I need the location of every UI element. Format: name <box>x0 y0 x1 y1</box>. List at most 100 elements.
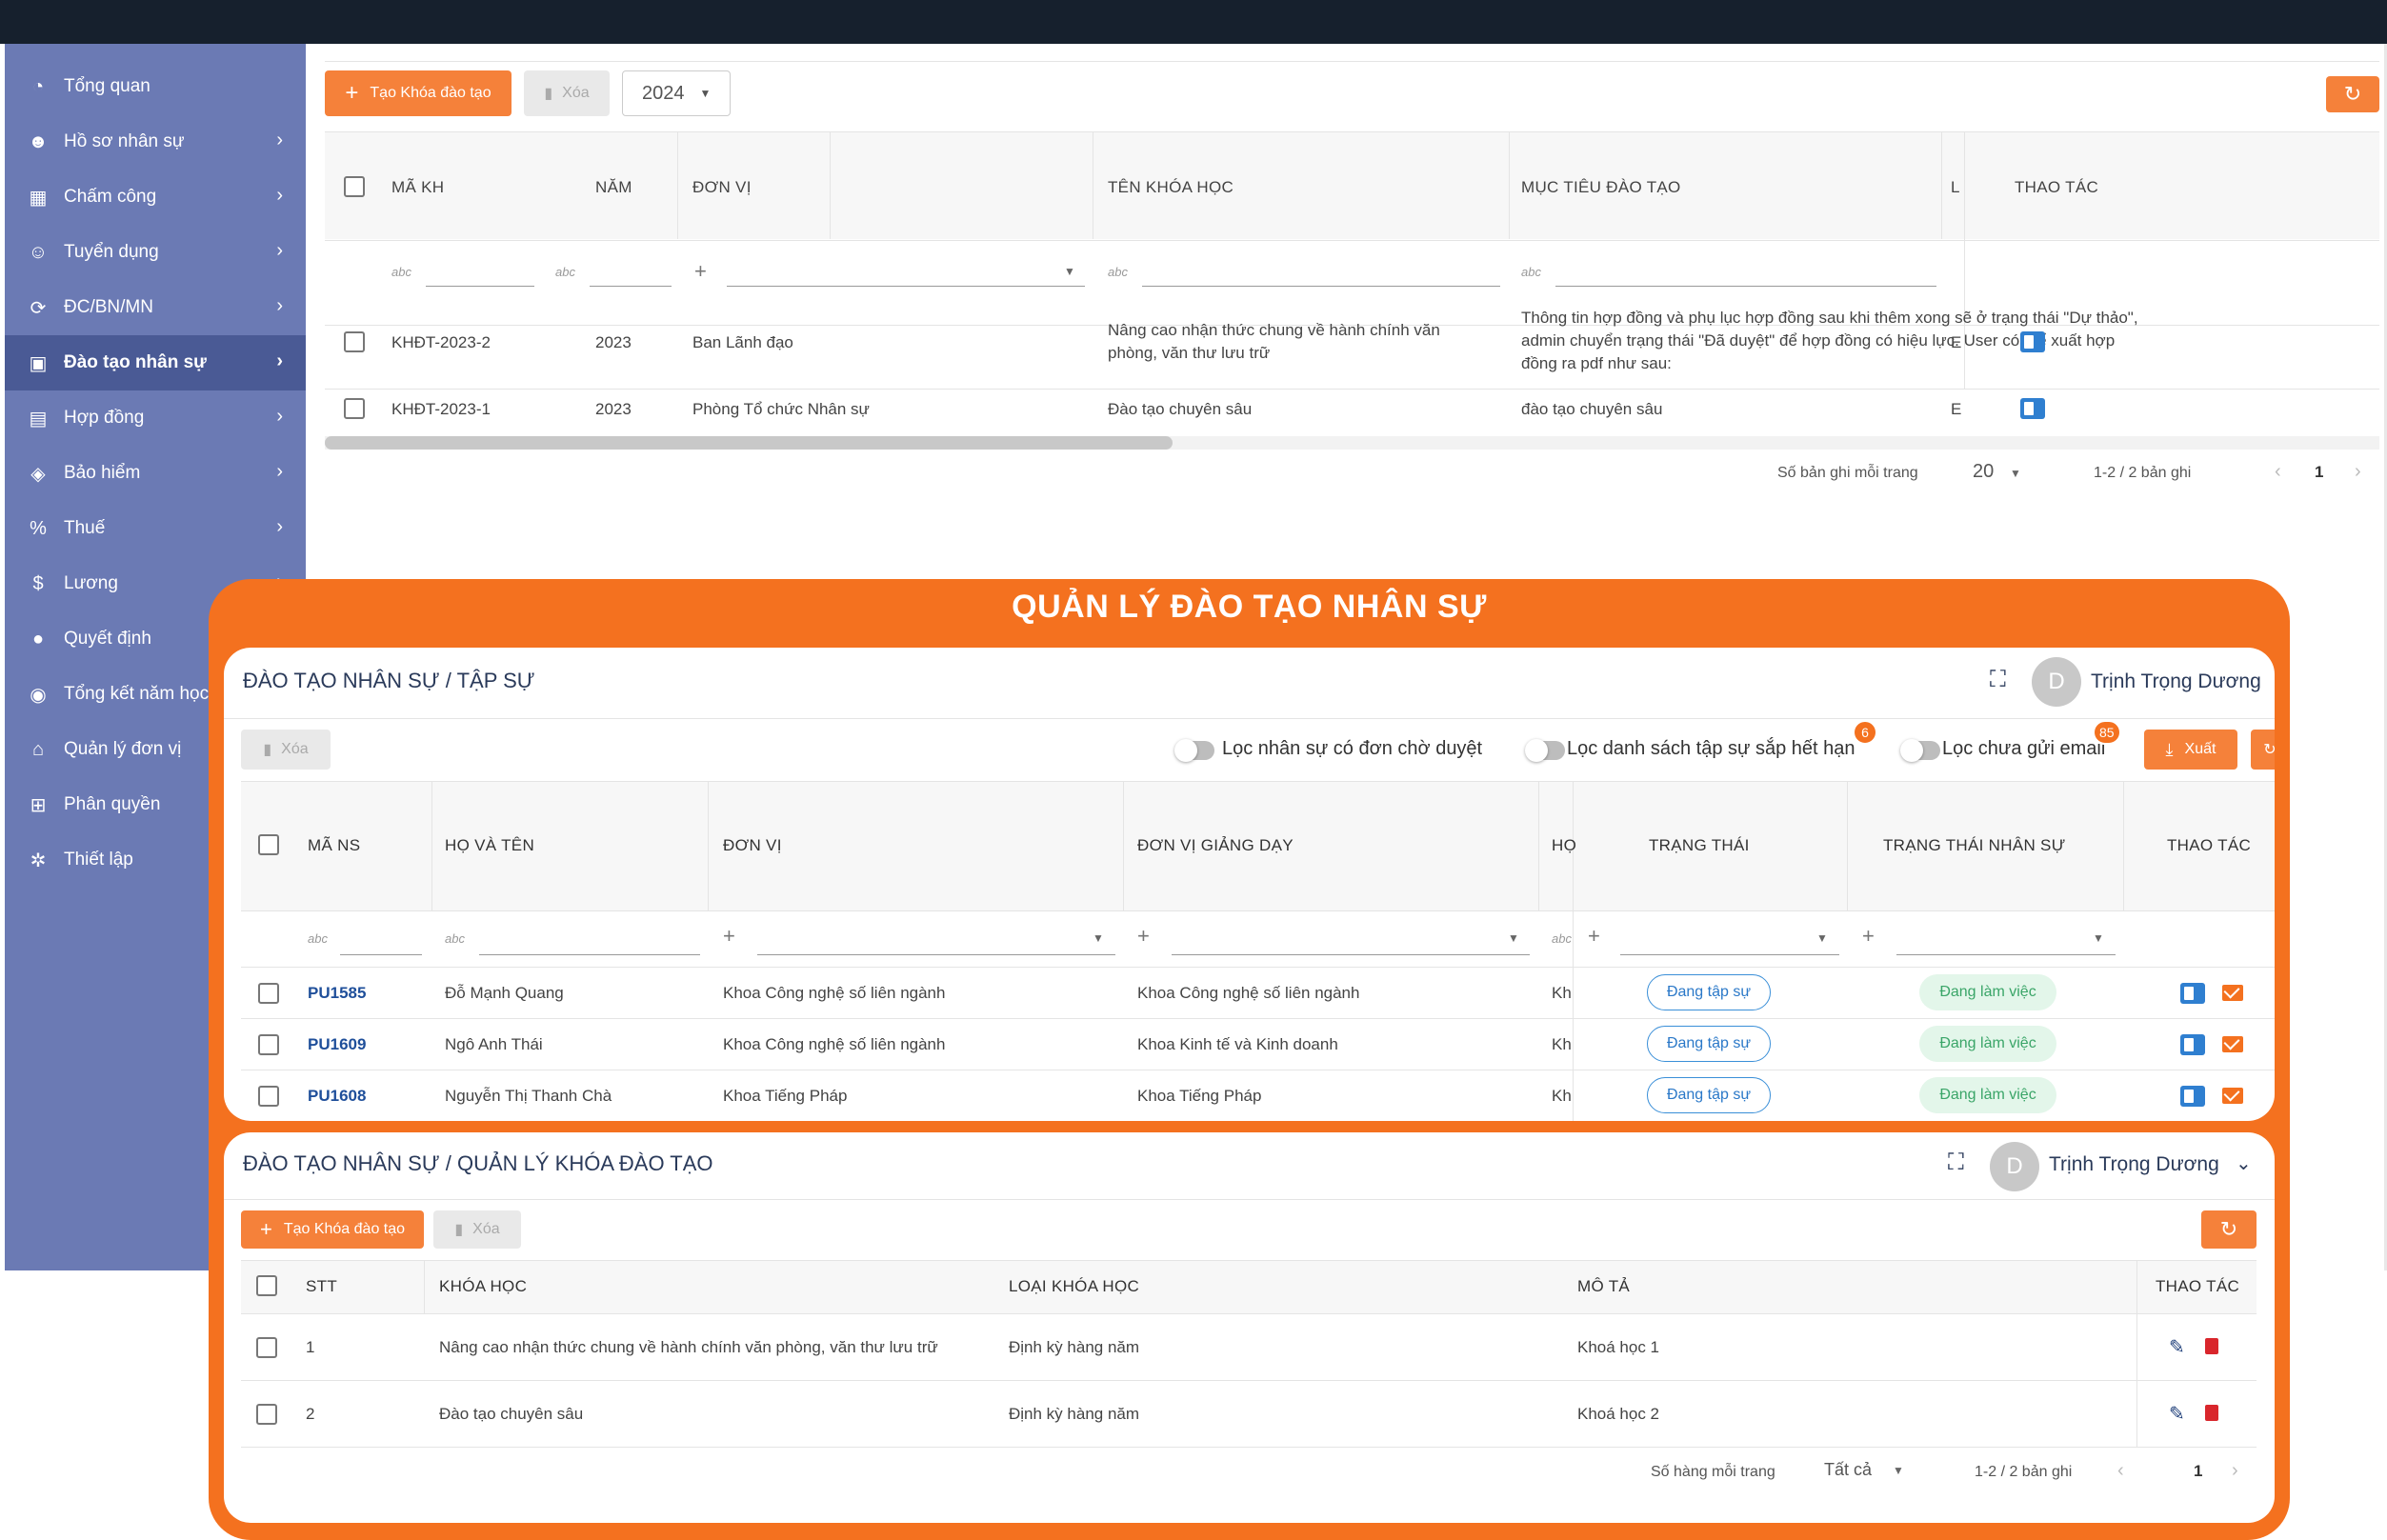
sidebar-item[interactable]: ☺ Tuyển dụng › <box>5 225 306 280</box>
edit-icon[interactable]: ✎ <box>2169 1402 2185 1426</box>
next-page-icon[interactable]: › <box>2232 1460 2238 1482</box>
filter-ho-ten-input[interactable] <box>479 954 700 955</box>
mail-icon[interactable] <box>2222 1088 2243 1104</box>
create-course-button[interactable]: + Tạo Khóa đào tạo <box>241 1210 424 1249</box>
user-name[interactable]: Trịnh Trọng Dương <box>2049 1153 2219 1176</box>
sidebar-item[interactable]: ☻ Hồ sơ nhân sự › <box>5 114 306 170</box>
detail-icon[interactable] <box>2020 398 2045 419</box>
filter-don-vi-gd-select[interactable] <box>1172 954 1530 955</box>
prev-page-icon[interactable]: ‹ <box>2275 461 2281 483</box>
cell-ma-ns[interactable]: PU1608 <box>308 1087 366 1106</box>
toggle-expiring-interns[interactable] <box>1525 739 1565 762</box>
delete-icon[interactable] <box>2205 1338 2218 1354</box>
scrollbar-thumb[interactable] <box>325 436 1173 450</box>
sidebar-item-label: Tuyển dụng <box>64 242 159 262</box>
avatar[interactable]: D <box>1990 1142 2039 1191</box>
filter-don-vi-select[interactable] <box>757 954 1115 955</box>
sidebar-item[interactable]: ▣ Đào tạo nhân sự › <box>5 335 306 390</box>
refresh-button[interactable]: ↻ <box>2201 1210 2257 1249</box>
select-all-checkbox[interactable] <box>344 176 365 197</box>
col-don-vi: ĐƠN VỊ <box>692 178 752 196</box>
delete-button[interactable]: ▮ Xóa <box>241 730 331 770</box>
refresh-button[interactable]: ↻ <box>2326 76 2379 112</box>
detail-icon[interactable] <box>2020 331 2045 352</box>
cell-don-vi: Khoa Công nghệ số liên ngành <box>723 1035 946 1053</box>
filter-ten-input[interactable] <box>1142 286 1500 287</box>
home-icon: ⌂ <box>31 738 45 760</box>
rows-per-page-select[interactable]: Tất cả <box>1824 1460 1872 1480</box>
sidebar-item-label: Chấm công <box>64 187 157 207</box>
col-trang-thai-nhan-su: TRẠNG THÁI NHÂN SỰ <box>1883 836 2066 854</box>
course-management-panel: ĐÀO TẠO NHÂN SỰ / QUẢN LÝ KHÓA ĐÀO TẠO ⛶… <box>224 1132 2275 1523</box>
rows-per-page-select[interactable]: 20 <box>1973 461 1994 483</box>
toggle-pending-approval[interactable] <box>1174 739 1214 762</box>
filter-muc-tieu-input[interactable] <box>1555 286 1936 287</box>
row-checkbox[interactable] <box>344 398 365 419</box>
mail-icon[interactable] <box>2222 985 2243 1001</box>
refresh-button[interactable]: ↻ <box>2251 730 2275 770</box>
fullscreen-icon[interactable]: ⛶ <box>1948 1150 1964 1176</box>
col-nam: NĂM <box>595 178 632 196</box>
edit-icon[interactable]: ✎ <box>2169 1335 2185 1359</box>
export-button[interactable]: ⤓ Xuất <box>2144 730 2237 770</box>
sidebar-item[interactable]: ◔ Tổng quan <box>5 59 306 114</box>
col-stt: STT <box>306 1277 338 1295</box>
detail-icon[interactable] <box>2180 1034 2205 1055</box>
sidebar-item[interactable]: ▤ Hợp đồng › <box>5 390 306 446</box>
col-thao-tac: THAO TÁC <box>2156 1277 2240 1295</box>
chevron-down-icon[interactable]: ⌄ <box>2236 1151 2252 1175</box>
caret-down-icon: ▼ <box>2010 467 2021 480</box>
sidebar-item[interactable]: ◈ Bảo hiểm › <box>5 446 306 501</box>
row-checkbox[interactable] <box>258 1086 279 1107</box>
detail-icon[interactable] <box>2180 983 2205 1004</box>
chevron-right-icon: › <box>276 240 283 261</box>
filter-ma-input[interactable] <box>340 954 422 955</box>
cell-ma-ns[interactable]: PU1609 <box>308 1035 366 1054</box>
toggle-email-not-sent[interactable] <box>1900 739 1940 762</box>
detail-icon[interactable] <box>2180 1086 2205 1107</box>
delete-button[interactable]: ▮ Xóa <box>524 70 610 116</box>
staff-status-badge: Đang làm việc <box>1919 1077 2056 1113</box>
user-name[interactable]: Trịnh Trọng Dương <box>2091 670 2261 693</box>
overlay-title: QUẢN LÝ ĐÀO TẠO NHÂN SỰ <box>1012 589 1487 625</box>
cell-don-vi-giang-day: Khoa Công nghệ số liên ngành <box>1137 984 1360 1002</box>
col-loai-khoa-hoc: LOẠI KHÓA HỌC <box>1009 1277 1140 1295</box>
row-checkbox[interactable] <box>258 983 279 1004</box>
current-page[interactable]: 1 <box>2194 1462 2202 1481</box>
next-page-icon[interactable]: › <box>2355 461 2361 483</box>
sidebar-item[interactable]: % Thuế › <box>5 501 306 556</box>
delete-icon[interactable] <box>2205 1405 2218 1421</box>
prev-page-icon[interactable]: ‹ <box>2117 1460 2124 1482</box>
top-app-bar <box>0 0 2387 44</box>
mail-icon[interactable] <box>2222 1036 2243 1052</box>
sidebar-item-label: Phân quyền <box>64 794 161 814</box>
cell-truncated: E <box>1951 333 1962 351</box>
filter-ma-input[interactable] <box>426 286 534 287</box>
cell-ma-ns[interactable]: PU1585 <box>308 984 366 1003</box>
row-checkbox[interactable] <box>344 331 365 352</box>
year-select[interactable]: 2024 ▼ <box>622 70 731 116</box>
row-checkbox[interactable] <box>256 1404 277 1425</box>
avatar[interactable]: D <box>2032 657 2081 707</box>
row-checkbox[interactable] <box>256 1337 277 1358</box>
filter-trang-thai-ns-select[interactable] <box>1896 954 2116 955</box>
sidebar-item[interactable]: ▦ Chấm công › <box>5 170 306 225</box>
row-checkbox[interactable] <box>258 1034 279 1055</box>
refresh-icon: ↻ <box>2219 1217 2238 1241</box>
delete-button[interactable]: ▮ Xóa <box>433 1210 521 1249</box>
filter-don-vi-select[interactable] <box>727 286 1085 287</box>
col-don-vi: ĐƠN VỊ <box>723 836 782 854</box>
staff-status-badge: Đang làm việc <box>1919 974 2056 1010</box>
select-all-checkbox[interactable] <box>256 1275 277 1296</box>
create-course-button[interactable]: + Tạo Khóa đào tạo <box>325 70 512 116</box>
sidebar-item[interactable]: ⟳ ĐC/BN/MN › <box>5 280 306 335</box>
current-page[interactable]: 1 <box>2315 463 2323 482</box>
col-mo-ta: MÔ TẢ <box>1577 1277 1631 1295</box>
filter-trang-thai-select[interactable] <box>1620 954 1839 955</box>
select-all-checkbox[interactable] <box>258 834 279 855</box>
pagination-range: 1-2 / 2 bản ghi <box>1975 1464 2073 1480</box>
fullscreen-icon[interactable]: ⛶ <box>1990 667 2006 693</box>
refresh-icon: ↻ <box>2263 742 2275 758</box>
filter-nam-input[interactable] <box>590 286 672 287</box>
cell-stt: 2 <box>306 1405 315 1423</box>
